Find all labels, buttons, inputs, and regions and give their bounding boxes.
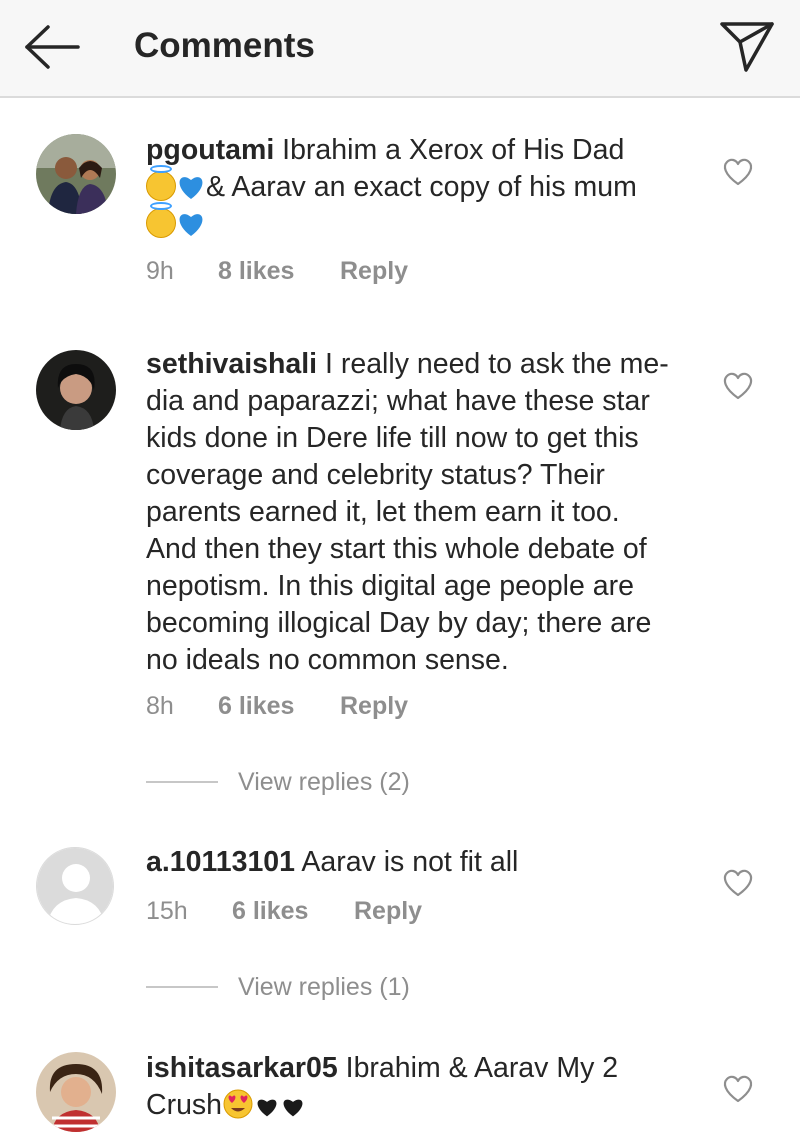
default-avatar-icon (37, 848, 113, 924)
comment-time: 8h (146, 692, 174, 720)
heart-outline-icon (723, 1075, 753, 1103)
heart-outline-icon (723, 869, 753, 897)
comment-meta: 8h 6 likes Reply (146, 691, 408, 721)
comment-text: pgoutami Ibrahim a Xerox of His Dad & Aa… (146, 132, 706, 243)
divider (146, 781, 218, 783)
comment-line: parents earned it, let them earn it too. (146, 496, 620, 528)
comment-line: And then they start this whole debate of (146, 533, 647, 565)
black-heart-icon (283, 1099, 303, 1117)
comment-line: coverage and celebrity status? Their (146, 459, 605, 491)
back-button[interactable] (22, 22, 82, 72)
comment-likes[interactable]: 6 likes (218, 691, 340, 721)
smiling-halo-emoji-icon (146, 202, 176, 238)
comment-text: sethivaishali I really need to ask the m… (146, 346, 706, 679)
view-replies-button[interactable]: View replies (1) (146, 972, 410, 1002)
view-replies-button[interactable]: View replies (2) (146, 767, 410, 797)
comment-meta: 9h 8 likes Reply (146, 256, 408, 286)
top-bar: Comments (0, 0, 800, 98)
comment-line: becoming illogical Day by day; there are (146, 607, 652, 639)
smiling-halo-emoji-icon (146, 165, 176, 201)
comment-line: kids done in Dere life till now to get t… (146, 422, 639, 454)
comment-username[interactable]: a.10113101 (146, 846, 295, 878)
avatar[interactable] (36, 134, 116, 214)
comment-username[interactable]: sethivaishali (146, 348, 317, 380)
comment-body: Ibrahim a Xerox of His Dad (274, 134, 625, 166)
comment-time: 9h (146, 257, 174, 285)
reply-button[interactable]: Reply (340, 691, 408, 721)
comment-likes[interactable]: 6 likes (232, 896, 354, 926)
avatar[interactable] (36, 350, 116, 430)
comment-line: I really need to ask the me- (317, 348, 669, 380)
comment-text: a.10113101 Aarav is not fit all (146, 844, 706, 881)
comment-username[interactable]: ishitasarkar05 (146, 1052, 338, 1084)
like-button[interactable] (722, 157, 754, 187)
reply-button[interactable]: Reply (340, 256, 408, 286)
view-replies-label: View replies (1) (238, 972, 410, 1001)
heart-outline-icon (723, 372, 753, 400)
blue-heart-icon (179, 214, 203, 236)
like-button[interactable] (722, 868, 754, 898)
comment-body-cont: Crush (146, 1089, 223, 1121)
paper-plane-icon (720, 22, 774, 72)
comment-line: dia and paparazzi; what have these star (146, 385, 650, 417)
page-title: Comments (134, 26, 315, 65)
black-heart-icon (257, 1099, 277, 1117)
comment-text: ishitasarkar05 Ibrahim & Aarav My 2 Crus… (146, 1050, 706, 1124)
comment-line: nepotism. In this digital age people are (146, 570, 634, 602)
divider (146, 986, 218, 988)
comment-body: Ibrahim & Aarav My 2 (337, 1052, 619, 1084)
comment-likes[interactable]: 8 likes (218, 256, 340, 286)
avatar[interactable] (36, 847, 114, 925)
comment-time: 15h (146, 897, 188, 925)
avatar[interactable] (36, 1052, 116, 1132)
reply-button[interactable]: Reply (354, 896, 422, 926)
comment-body-cont: & Aarav an exact copy of his mum (206, 171, 637, 203)
comment-body: Aarav is not fit all (295, 846, 519, 878)
comment-meta: 15h 6 likes Reply (146, 896, 422, 926)
share-button[interactable] (718, 18, 776, 74)
arrow-left-icon (25, 25, 80, 69)
like-button[interactable] (722, 371, 754, 401)
view-replies-label: View replies (2) (238, 767, 410, 796)
heart-eyes-emoji-icon (223, 1089, 253, 1119)
heart-outline-icon (723, 158, 753, 186)
comment-line: no ideals no common sense. (146, 644, 509, 676)
comment-username[interactable]: pgoutami (146, 134, 274, 166)
blue-heart-icon (179, 177, 203, 199)
like-button[interactable] (722, 1074, 754, 1104)
